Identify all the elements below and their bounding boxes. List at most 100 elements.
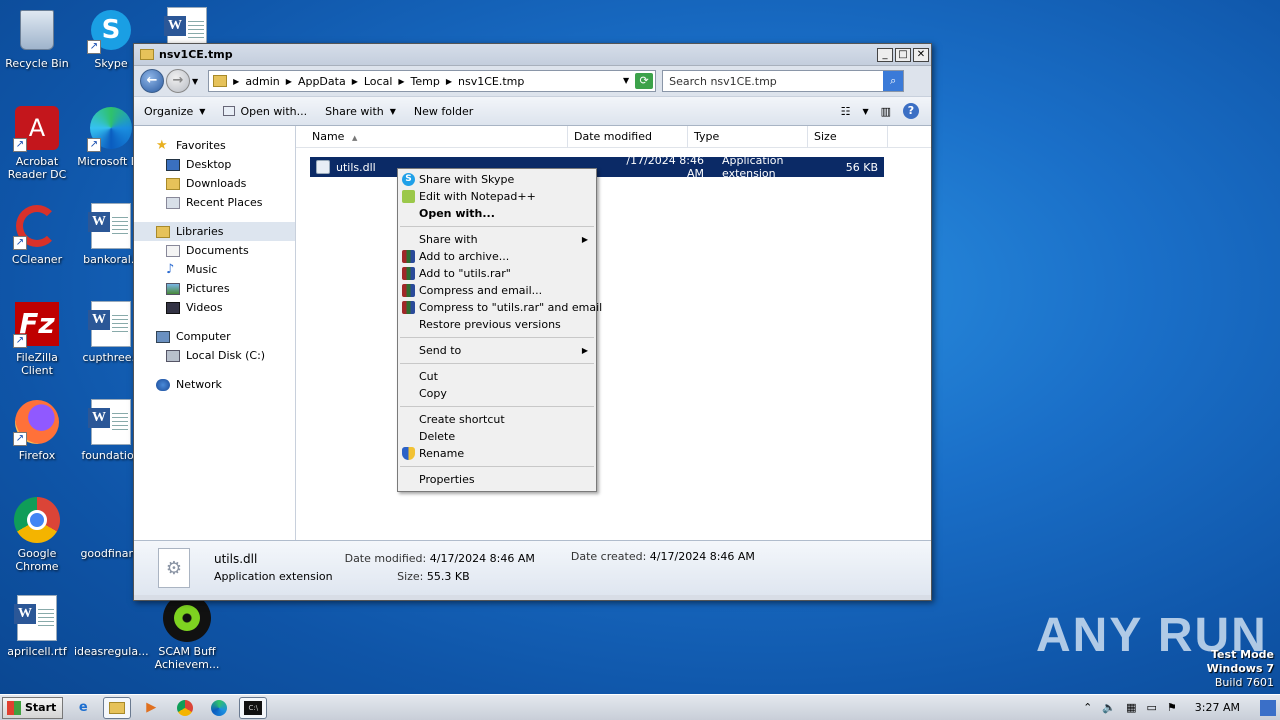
nav-videos[interactable]: Videos: [134, 298, 295, 317]
chevron-right-icon[interactable]: ▶: [398, 77, 404, 86]
show-desktop-icon[interactable]: [1260, 699, 1276, 716]
desktop-icon-aprilcell[interactable]: aprilcell.rtf: [0, 594, 74, 658]
nav-recent-places[interactable]: Recent Places: [134, 193, 295, 212]
back-button[interactable]: ←: [140, 69, 164, 93]
help-icon[interactable]: ?: [903, 103, 919, 119]
new-folder-button[interactable]: New folder: [414, 105, 473, 118]
navigation-pane: ★ Favorites Desktop Downloads Recent Plac…: [134, 126, 296, 540]
recent-pages-dropdown[interactable]: ▼: [192, 77, 198, 86]
menu-item-cut[interactable]: Cut: [398, 368, 596, 385]
taskbar-chrome[interactable]: [171, 697, 199, 719]
chevron-down-icon[interactable]: ▼: [862, 107, 868, 116]
desktop-icon-ideasregula[interactable]: ideasregula...: [74, 594, 149, 658]
refresh-icon[interactable]: ⟳: [635, 73, 654, 89]
nav-music[interactable]: ♪ Music: [134, 260, 295, 279]
taskbar-edge[interactable]: [205, 697, 233, 719]
maximize-button[interactable]: □: [895, 47, 911, 62]
open-with-icon: [223, 106, 236, 116]
clock[interactable]: 3:27 AM: [1195, 701, 1240, 714]
taskbar-cmd[interactable]: C:\: [239, 696, 268, 719]
windows-logo-icon: [7, 700, 21, 715]
menu-item-add-to-rar[interactable]: Add to "utils.rar": [398, 265, 596, 282]
power-icon[interactable]: ▭: [1147, 701, 1157, 714]
menu-item-copy[interactable]: Copy: [398, 385, 596, 402]
menu-item-compress-rar-and-email[interactable]: Compress to "utils.rar" and email: [398, 299, 602, 316]
menu-item-add-to-archive[interactable]: Add to archive...: [398, 248, 596, 265]
nav-favorites[interactable]: ★ Favorites: [134, 136, 295, 155]
share-with-button[interactable]: Share with ▼: [325, 105, 396, 118]
chevron-right-icon[interactable]: ▶: [286, 77, 292, 86]
close-button[interactable]: ✕: [913, 47, 929, 62]
desktop-icon-scam-buff[interactable]: SCAM Buff Achievem...: [150, 594, 224, 671]
menu-item-label: Compress and email...: [419, 284, 543, 297]
folder-icon: [140, 49, 154, 60]
nav-libraries[interactable]: Libraries: [134, 222, 295, 241]
view-options-icon[interactable]: ☷: [841, 105, 851, 118]
menu-item-open-with[interactable]: Open with...: [398, 205, 596, 222]
show-hidden-icons-icon[interactable]: ⌃: [1083, 701, 1092, 714]
details-date-modified-label: Date modified:: [344, 552, 427, 565]
open-with-button[interactable]: Open with...: [223, 105, 307, 118]
nav-network[interactable]: Network: [134, 375, 295, 394]
chevron-right-icon[interactable]: ▶: [446, 77, 452, 86]
menu-item-delete[interactable]: Delete: [398, 428, 596, 445]
desktop-icon-acrobat[interactable]: A ↗ Acrobat Reader DC: [0, 104, 74, 181]
desktop-icon-recycle-bin[interactable]: Recycle Bin: [0, 6, 74, 70]
minimize-button[interactable]: _: [877, 47, 893, 62]
desktop-icon-chrome[interactable]: Google Chrome: [0, 496, 74, 573]
organize-button[interactable]: Organize ▼: [144, 105, 205, 118]
breadcrumb-admin[interactable]: admin: [245, 75, 279, 88]
taskbar-media-player[interactable]: ▶: [137, 697, 165, 719]
ccleaner-icon: ↗: [13, 202, 61, 250]
menu-item-share-with[interactable]: Share with ▶: [398, 231, 596, 248]
column-header-date[interactable]: Date modified: [568, 125, 688, 148]
chevron-right-icon[interactable]: ▶: [233, 77, 239, 86]
nav-documents[interactable]: Documents: [134, 241, 295, 260]
breadcrumb[interactable]: ▶ admin ▶ AppData ▶ Local ▶ Temp ▶ nsv1C…: [208, 70, 657, 92]
taskbar-internet-explorer[interactable]: e: [69, 697, 97, 719]
nav-label: Downloads: [186, 177, 247, 190]
search-input[interactable]: Search nsv1CE.tmp ⌕: [662, 70, 905, 92]
menu-item-rename[interactable]: Rename: [398, 445, 596, 462]
nav-downloads[interactable]: Downloads: [134, 174, 295, 193]
preview-pane-icon[interactable]: ▥: [881, 105, 891, 118]
address-bar: ← → ▼ ▶ admin ▶ AppData ▶ Local ▶ Temp ▶…: [134, 66, 931, 96]
menu-item-properties[interactable]: Properties: [398, 471, 596, 488]
menu-item-compress-and-email[interactable]: Compress and email...: [398, 282, 596, 299]
desktop-icon-label: Acrobat Reader DC: [7, 155, 67, 181]
forward-button[interactable]: →: [166, 69, 190, 93]
column-header-type[interactable]: Type: [688, 125, 808, 148]
desktop-icon-filezilla[interactable]: Fz ↗ FileZilla Client: [0, 300, 74, 377]
nav-pictures[interactable]: Pictures: [134, 279, 295, 298]
menu-item-send-to[interactable]: Send to ▶: [398, 342, 596, 359]
breadcrumb-current[interactable]: nsv1CE.tmp: [458, 75, 524, 88]
file-list[interactable]: Name ▲ Date modified Type Size utils.dll…: [296, 125, 931, 540]
column-header-size[interactable]: Size: [808, 125, 888, 148]
action-center-flag-icon[interactable]: ⚑: [1167, 701, 1177, 714]
word-document-icon: [87, 300, 135, 348]
nav-desktop[interactable]: Desktop: [134, 155, 295, 174]
chrome-icon: [13, 496, 61, 544]
start-button[interactable]: Start: [2, 696, 64, 719]
menu-item-restore-previous-versions[interactable]: Restore previous versions: [398, 316, 596, 333]
breadcrumb-appdata[interactable]: AppData: [298, 75, 346, 88]
volume-icon[interactable]: 🔈: [1102, 701, 1116, 714]
menu-item-create-shortcut[interactable]: Create shortcut: [398, 411, 596, 428]
search-icon[interactable]: ⌕: [883, 71, 904, 91]
menu-item-share-with-skype[interactable]: S Share with Skype: [398, 171, 596, 188]
desktop-icon-ccleaner[interactable]: ↗ CCleaner: [0, 202, 74, 266]
breadcrumb-local[interactable]: Local: [364, 75, 393, 88]
breadcrumb-temp[interactable]: Temp: [411, 75, 440, 88]
taskbar-explorer[interactable]: [103, 696, 132, 719]
nav-local-disk[interactable]: Local Disk (C:): [134, 346, 295, 365]
title-bar[interactable]: nsv1CE.tmp _ □ ✕: [134, 44, 931, 66]
nav-computer[interactable]: Computer: [134, 327, 295, 346]
disk-icon: [166, 349, 180, 362]
column-header-name[interactable]: Name ▲: [306, 125, 568, 148]
folder-icon: [109, 701, 126, 714]
address-dropdown-icon[interactable]: ▼: [623, 76, 629, 85]
desktop-icon-firefox[interactable]: ↗ Firefox: [0, 398, 74, 462]
network-icon[interactable]: ▦: [1126, 701, 1136, 714]
menu-item-edit-with-notepad[interactable]: Edit with Notepad++: [398, 188, 596, 205]
chevron-right-icon[interactable]: ▶: [352, 77, 358, 86]
